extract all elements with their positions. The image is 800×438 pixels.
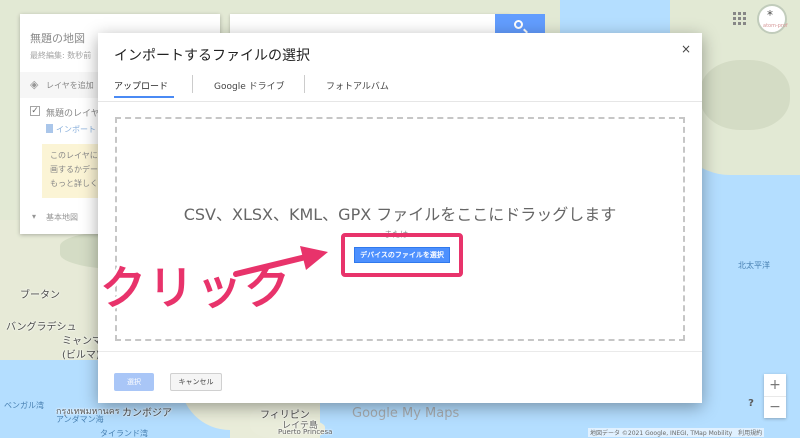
arrow-head bbox=[300, 246, 328, 270]
active-tab-indicator bbox=[114, 96, 174, 98]
select-button[interactable]: 選択 bbox=[114, 373, 154, 391]
highlight-box bbox=[341, 233, 463, 277]
close-icon[interactable]: × bbox=[680, 43, 692, 55]
tabs-divider bbox=[98, 101, 702, 102]
tab-photo-album[interactable]: フォトアルバム bbox=[326, 79, 389, 92]
arrow-shaft bbox=[233, 253, 313, 277]
import-dialog: インポートするファイルの選択 × アップロード Google ドライブ フォトア… bbox=[98, 33, 702, 403]
import-tabs: アップロード Google ドライブ フォトアルバム bbox=[98, 71, 702, 99]
annotation-arrow-icon bbox=[233, 246, 328, 277]
tab-divider bbox=[304, 75, 305, 93]
footer-divider bbox=[98, 351, 702, 352]
dialog-title: インポートするファイルの選択 bbox=[114, 48, 310, 64]
cancel-button[interactable]: キャンセル bbox=[170, 373, 222, 391]
tab-divider bbox=[192, 75, 193, 93]
tab-google-drive[interactable]: Google ドライブ bbox=[214, 79, 285, 92]
tab-upload[interactable]: アップロード bbox=[114, 79, 168, 92]
drop-instructions: CSV、XLSX、KML、GPX ファイルをここにドラッグします bbox=[183, 205, 617, 224]
